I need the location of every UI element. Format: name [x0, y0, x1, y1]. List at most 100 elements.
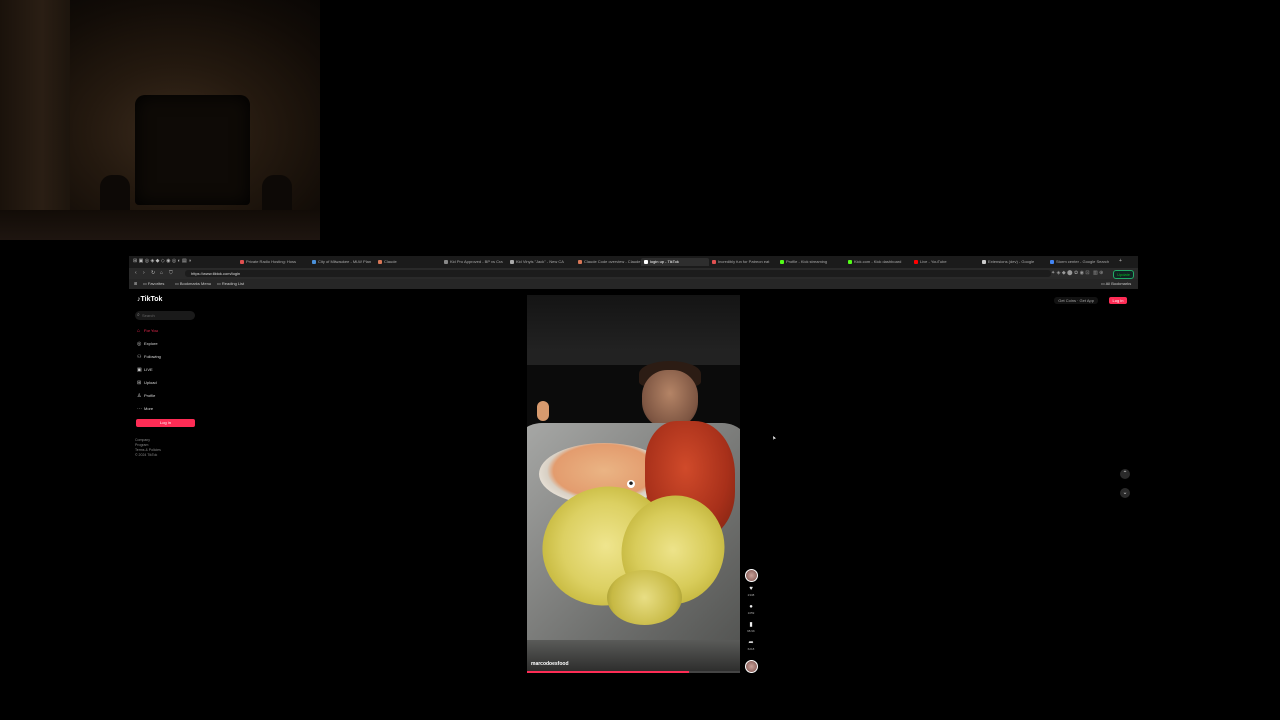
profile-icon: ♙ — [137, 393, 142, 399]
window-controls[interactable]: ⊞ ▣ ◎ ◈ ◆ ◇ ◉ ◎ ◐ ▤ ◑ — [133, 258, 191, 265]
sidebar-item-label: LIVE — [144, 367, 153, 372]
webcam-chair — [135, 95, 250, 205]
sidebar-item[interactable]: ⋯ More — [137, 406, 153, 412]
tab-favicon-icon — [378, 259, 382, 264]
more-icon: ⋯ — [137, 406, 142, 412]
sidebar-item-label: Profile — [144, 393, 156, 398]
action-heart[interactable]: ♥ 2338 — [743, 586, 759, 597]
action-count: 2338 — [747, 593, 755, 597]
login-button[interactable]: Log in — [136, 419, 195, 427]
browser-tab[interactable]: City of Milwaukee - MLW Plan — [309, 258, 375, 266]
sidebar-item[interactable]: ♙ Profile — [137, 393, 155, 399]
sidebar-item-label: For You — [144, 328, 158, 333]
video-progress-bar[interactable] — [527, 671, 740, 673]
tab-label: login up - TikTok — [650, 259, 679, 264]
shield-icon[interactable]: ⛉ — [169, 270, 173, 277]
action-count: 1059 — [747, 611, 755, 615]
apps-icon[interactable]: ⊞ — [134, 281, 137, 287]
action-bookmark[interactable]: ▮ 98.9K — [743, 622, 759, 633]
tab-label: Claude Code overview - Claude — [584, 259, 641, 264]
action-count: 6218 — [747, 647, 755, 651]
upload-icon: ⊞ — [137, 380, 142, 386]
compass-icon: ◎ — [137, 341, 142, 347]
tab-label: Kid Pro Approved - BP vs Cra — [450, 259, 503, 264]
reload-button[interactable]: ↻ — [151, 270, 155, 277]
browser-tab[interactable]: Claude — [375, 258, 441, 266]
bookmark-favorites[interactable]: ▭ Favorites — [143, 281, 164, 287]
browser-tab[interactable]: Incredibly fun for Patreon eat — [709, 258, 777, 266]
sidebar-item-label: More — [144, 406, 154, 411]
bookmark-icon: ▮ — [749, 622, 753, 628]
tab-favicon-icon — [982, 259, 986, 264]
avatar — [744, 569, 758, 582]
bookmark-label: Reading List — [221, 281, 245, 286]
car-interior — [527, 295, 740, 365]
sidebar-item[interactable]: ⌂ For You — [137, 328, 158, 334]
sidebar-item[interactable]: ◎ Explore — [137, 341, 158, 347]
all-bookmarks[interactable]: ▭ All Bookmarks — [1101, 281, 1131, 287]
browser-tab[interactable]: Kid Pro Approved - BP vs Cra — [441, 258, 507, 266]
tiktok-logo[interactable]: ♪TikTok — [137, 296, 162, 303]
browser-tab[interactable]: Kid Vinyls "Jack" - New CA — [507, 258, 575, 266]
comment-icon: ● — [749, 604, 753, 610]
home-icon: ⌂ — [137, 328, 141, 334]
bookmark-label: Bookmarks Menu — [179, 281, 212, 286]
avatar — [744, 660, 758, 673]
update-button[interactable]: Update — [1113, 270, 1134, 279]
new-tab-button[interactable]: + — [1119, 258, 1122, 265]
sidebar-item[interactable]: ⊞ Upload — [137, 380, 157, 386]
tab-favicon-icon — [578, 259, 582, 264]
sidebar-item[interactable]: ⚇ Following — [137, 354, 161, 360]
tab-favicon-icon — [848, 259, 852, 264]
tab-label: Kid Vinyls "Jack" - New CA — [516, 259, 564, 264]
music-disc[interactable] — [743, 660, 759, 673]
back-button[interactable]: ‹ — [135, 270, 137, 277]
live-icon: ▣ — [137, 367, 142, 373]
action-share[interactable]: ➦ 6218 — [743, 640, 759, 651]
tab-favicon-icon — [712, 259, 716, 264]
bookmark-reading-list[interactable]: ▭ Reading List — [217, 281, 244, 287]
top-links[interactable]: Get Coins · Get App — [1054, 297, 1098, 304]
sidebar-item-label: Following — [144, 354, 161, 359]
car-seat — [527, 640, 740, 673]
sidebar-item-label: Explore — [144, 341, 158, 346]
sidebar-item-label: Upload — [144, 380, 157, 385]
creator-avatar[interactable] — [743, 569, 759, 582]
video-player[interactable]: ☻ marcodoesfood — [527, 295, 740, 673]
browser-tab[interactable]: Profile - Kick streaming — [777, 258, 845, 266]
browser-tab[interactable]: Kick.com - Kick dashboard — [845, 258, 911, 266]
tab-favicon-icon — [780, 259, 784, 264]
person-thumb — [537, 401, 549, 421]
action-comment[interactable]: ● 1059 — [743, 604, 759, 615]
bookmark-label: All Bookmarks — [1105, 281, 1132, 286]
webcam-floor — [0, 210, 320, 240]
tab-label: Storm center - Google Search — [1056, 259, 1110, 264]
sidebar-icon[interactable]: ▥ ⊕ — [1093, 270, 1103, 277]
browser-tab[interactable]: Storm center - Google Search — [1047, 258, 1111, 266]
browser-tab[interactable]: Extensions (dev) - Google — [979, 258, 1047, 266]
tab-label: Private Radio Hosting: Hoss — [246, 259, 297, 264]
browser-tab[interactable]: Claude Code overview - Claude — [575, 258, 641, 266]
bookmark-menu[interactable]: ▭ Bookmarks Menu — [175, 281, 211, 287]
browser-tab[interactable]: Live - YouTube — [911, 258, 977, 266]
tab-label: Extensions (dev) - Google — [988, 259, 1035, 264]
webcam-overlay — [0, 0, 320, 240]
browser-tab[interactable]: login up - TikTok — [641, 258, 709, 266]
tab-favicon-icon — [510, 259, 514, 264]
pickle-slice — [607, 570, 682, 625]
address-bar[interactable]: https://www.tiktok.com/login — [185, 270, 1051, 277]
sidebar-item[interactable]: ▣ LIVE — [137, 367, 153, 373]
browser-toolbar: ‹ › ↻ ⌂ ⛉ https://www.tiktok.com/login ✦… — [129, 268, 1138, 279]
extension-icons[interactable]: ✦ ◈ ◆ ⬤ ✿ ◉ ⊡ — [1051, 270, 1090, 277]
bookmarks-bar: ⊞ ▭ Favorites ▭ Bookmarks Menu ▭ Reading… — [129, 279, 1138, 289]
scroll-up-button[interactable]: ⌃ — [1120, 469, 1130, 479]
heart-icon: ♥ — [749, 586, 753, 592]
browser-tab[interactable]: Private Radio Hosting: Hoss — [237, 258, 305, 266]
person-face — [642, 370, 698, 428]
forward-button[interactable]: › — [143, 270, 145, 277]
home-icon[interactable]: ⌂ — [160, 270, 163, 277]
scroll-down-button[interactable]: ⌄ — [1120, 488, 1130, 498]
top-login-button[interactable]: Log in — [1109, 297, 1127, 304]
video-username[interactable]: marcodoesfood — [531, 661, 569, 667]
search-input[interactable]: Search — [135, 311, 195, 320]
